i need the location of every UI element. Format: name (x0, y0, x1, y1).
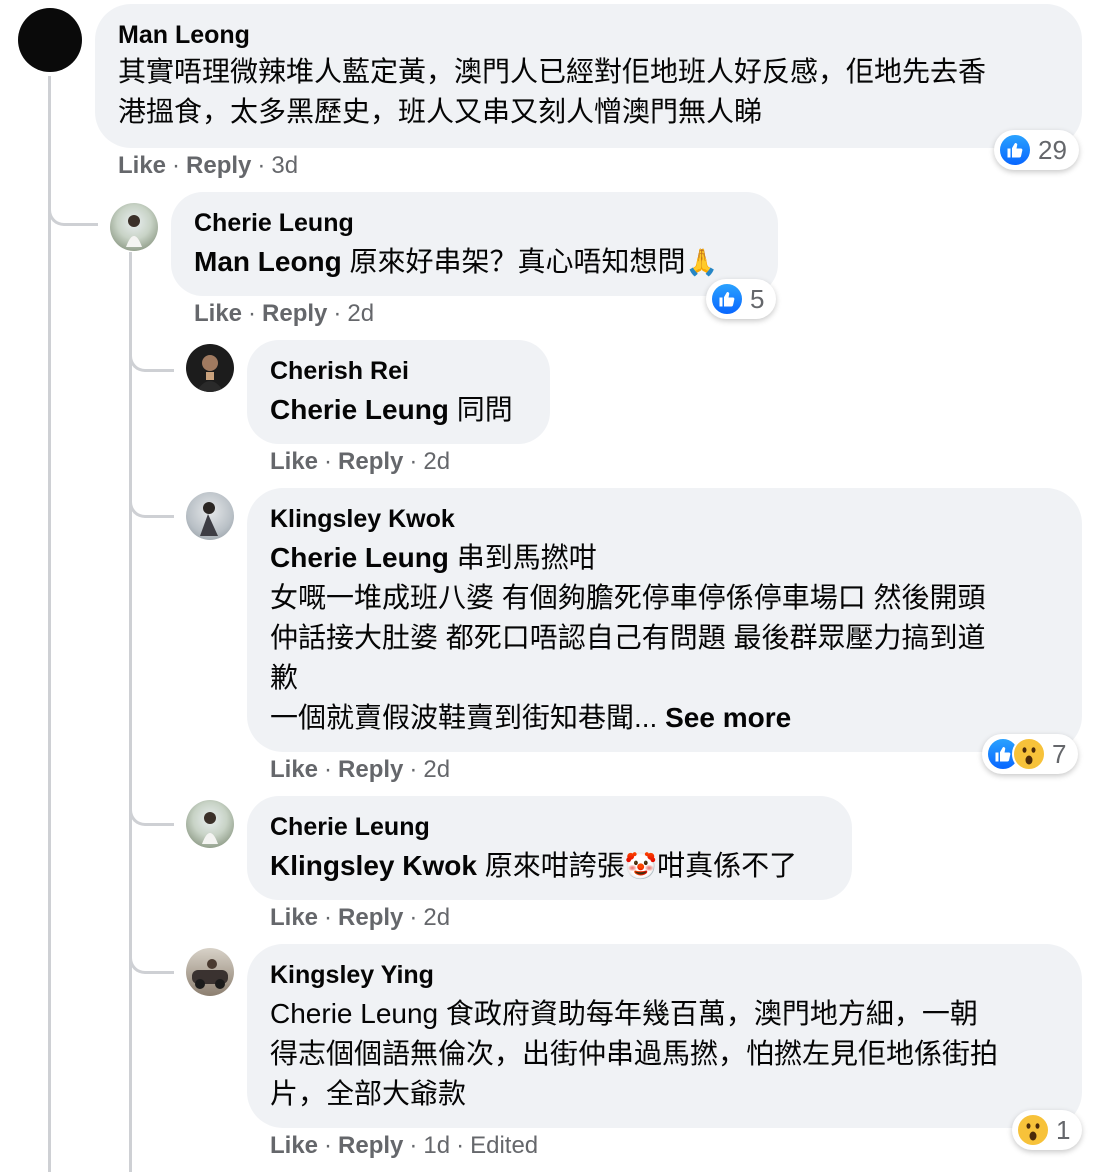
mention-link[interactable]: Cherie Leung (270, 542, 449, 573)
mention-link[interactable]: Man Leong (194, 246, 342, 277)
comment-time[interactable]: 2d (423, 756, 450, 783)
thread-line-main (48, 76, 51, 1172)
reply-button[interactable]: Reply (186, 152, 251, 179)
comment-author[interactable]: Kingsley Ying (270, 960, 1082, 990)
thread-connector (129, 944, 174, 974)
reply-button[interactable]: Reply (338, 756, 403, 783)
comment-text: Man Leong 原來好串架？真心唔知想問🙏 (194, 246, 718, 277)
mention-link[interactable]: Cherie Leung (270, 998, 438, 1029)
comment-author[interactable]: Cherie Leung (194, 208, 778, 238)
comment-author[interactable]: Cherie Leung (270, 812, 852, 842)
thread-line-nested (129, 252, 132, 1172)
like-button[interactable]: Like (270, 1132, 318, 1159)
comment-actions: Like · Reply · 1d · Edited (270, 1132, 539, 1159)
praying-hands-icon: 🙏 (685, 247, 718, 277)
reply-button[interactable]: Reply (338, 448, 403, 475)
reply-button[interactable]: Reply (338, 1132, 403, 1159)
like-reaction-icon (710, 282, 744, 316)
comment-bubble: Man Leong 其實唔理微辣堆人藍定黃，澳門人已經對佢地班人好反感，佢地先去… (95, 4, 1082, 148)
wow-reaction-icon (1016, 1113, 1050, 1147)
comment-author[interactable]: Cherish Rei (270, 356, 550, 386)
comment-actions: Like · Reply · 2d (194, 300, 375, 327)
comment-text: Cherie Leung 串到馬撚咁 女嘅一堆成班八婆 有個夠膽死停車停係停車場… (270, 542, 986, 733)
reaction-count[interactable]: 5 (706, 279, 777, 319)
like-button[interactable]: Like (270, 448, 318, 475)
like-button[interactable]: Like (270, 756, 318, 783)
reply-button[interactable]: Reply (338, 904, 403, 931)
comment-bubble: Cherish Rei Cherie Leung 同問 (247, 340, 550, 444)
avatar[interactable] (110, 203, 158, 251)
comment-text: Cherie Leung 同問 (270, 394, 513, 425)
avatar[interactable] (186, 800, 234, 848)
avatar[interactable] (186, 492, 234, 540)
like-button[interactable]: Like (118, 152, 166, 179)
comment-author[interactable]: Man Leong (118, 20, 1082, 50)
thread-connector (129, 488, 174, 518)
reply-button[interactable]: Reply (262, 300, 327, 327)
reaction-count[interactable]: 29 (994, 130, 1079, 170)
reaction-count[interactable]: 7 (982, 734, 1079, 774)
comment-actions: Like · Reply · 2d (270, 448, 451, 475)
reaction-count[interactable]: 1 (1012, 1110, 1083, 1150)
comment-text: Klingsley Kwok 原來咁誇張🤡咁真係不了 (270, 850, 798, 881)
clown-face-icon: 🤡 (624, 851, 658, 881)
thread-connector (129, 342, 174, 372)
comment-bubble: Cherie Leung Man Leong 原來好串架？真心唔知想問🙏 (171, 192, 778, 296)
comment-time[interactable]: 2d (423, 448, 450, 475)
comment-time[interactable]: 3d (271, 152, 298, 179)
like-button[interactable]: Like (270, 904, 318, 931)
mention-link[interactable]: Cherie Leung (270, 394, 449, 425)
comment-actions: Like · Reply · 2d (270, 756, 451, 783)
comment-bubble: Klingsley Kwok Cherie Leung 串到馬撚咁 女嘅一堆成班… (247, 488, 1082, 752)
like-button[interactable]: Like (194, 300, 242, 327)
see-more-link[interactable]: See more (665, 702, 791, 733)
comment-text: 其實唔理微辣堆人藍定黃，澳門人已經對佢地班人好反感，佢地先去香 港搵食，太多黑歷… (118, 56, 987, 127)
comment-time[interactable]: 1d (423, 1132, 450, 1159)
comment-text: Cherie Leung 食政府資助每年幾百萬，澳門地方細，一朝 得志個個語無倫… (270, 998, 999, 1109)
thread-connector (48, 196, 98, 226)
mention-link[interactable]: Klingsley Kwok (270, 850, 477, 881)
comment-bubble: Cherie Leung Klingsley Kwok 原來咁誇張🤡咁真係不了 (247, 796, 852, 900)
avatar[interactable] (186, 948, 234, 996)
comment-actions: Like · Reply · 2d (270, 904, 451, 931)
wow-reaction-icon (1012, 737, 1046, 771)
avatar[interactable] (18, 8, 82, 72)
comment-time[interactable]: 2d (423, 904, 450, 931)
like-reaction-icon (998, 133, 1032, 167)
avatar[interactable] (186, 344, 234, 392)
comment-author[interactable]: Klingsley Kwok (270, 504, 1082, 534)
edited-label[interactable]: Edited (470, 1132, 538, 1159)
thread-connector (129, 796, 174, 826)
comment-bubble: Kingsley Ying Cherie Leung 食政府資助每年幾百萬，澳門… (247, 944, 1082, 1128)
comment-time[interactable]: 2d (347, 300, 374, 327)
comment-actions: Like · Reply · 3d (118, 152, 299, 179)
